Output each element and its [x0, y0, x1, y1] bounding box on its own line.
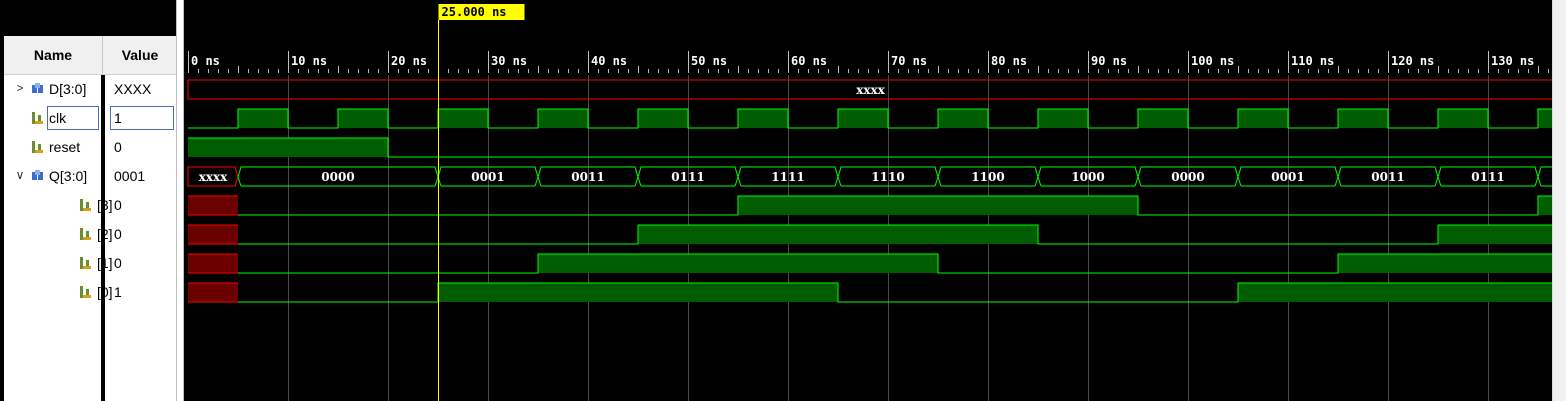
ruler-tick-label: 100 ns [1191, 54, 1234, 68]
signal-row[interactable]: [1]0 [4, 249, 176, 278]
signal-value: 0 [114, 139, 122, 155]
bus-segment-label: 0000 [321, 170, 354, 184]
bus-segment-label: 1100 [971, 170, 1004, 184]
high-level-fill [438, 109, 488, 128]
high-level-fill [1238, 283, 1552, 302]
high-level-fill [1338, 109, 1388, 128]
ruler-tick-label: 110 ns [1291, 54, 1334, 68]
signal-value: 0 [114, 255, 122, 271]
bus-segment-label: 0001 [1271, 170, 1304, 184]
collapse-chevron-icon[interactable]: ∨ [14, 168, 26, 182]
high-level-fill [538, 109, 588, 128]
high-level-fill [1438, 109, 1488, 128]
bit-icon [80, 228, 91, 240]
waveform-area[interactable]: 0 ns 10 ns 20 ns 30 ns 40 ns 50 ns 60 ns 70 ns 8… [184, 0, 1552, 401]
selection-outline [110, 106, 174, 130]
bus-segment-label: 0011 [571, 170, 604, 184]
high-level-fill [738, 109, 788, 128]
ruler-tick-label: 130 ns [1491, 54, 1534, 68]
bus-segment-label: 1110 [871, 170, 904, 184]
expand-chevron-icon[interactable]: > [14, 81, 26, 95]
high-level-fill [438, 283, 838, 302]
bit-icon [32, 141, 43, 153]
high-level-fill [188, 138, 388, 157]
high-level-fill [638, 109, 688, 128]
value-column-header[interactable]: Value [104, 36, 176, 74]
high-level-fill [1238, 109, 1288, 128]
high-level-fill [1138, 109, 1188, 128]
signal-value: XXXX [114, 81, 152, 97]
ruler-tick-label: 60 ns [791, 54, 827, 68]
signal-value: 0001 [114, 168, 146, 184]
ruler-tick-label: 40 ns [591, 54, 627, 68]
ruler-tick-label: 90 ns [1091, 54, 1127, 68]
bus-segment-label: 0111 [671, 170, 704, 184]
bus-segment-label: 0111 [1471, 170, 1504, 184]
panel-splitter[interactable] [176, 0, 184, 401]
high-level-fill [738, 196, 1138, 215]
column-header: Name Value [4, 36, 176, 75]
bus-segment-label: 1000 [1071, 170, 1104, 184]
bus-segment-label: xxxx [856, 83, 885, 97]
signal-value: 0 [114, 226, 122, 242]
signal-row[interactable]: reset 0 [4, 133, 176, 162]
signal-row[interactable]: [3]0 [4, 191, 176, 220]
signal-value: 0 [114, 197, 122, 213]
ruler-tick-label: 50 ns [691, 54, 727, 68]
names-panel-spacer [4, 0, 176, 36]
ruler-tick-label: 120 ns [1391, 54, 1434, 68]
column-divider[interactable] [101, 75, 105, 401]
signal-row[interactable]: clk 1 [4, 104, 176, 133]
high-level-fill [238, 109, 288, 128]
signal-name: D[3:0] [49, 81, 87, 97]
vertical-scrollbar[interactable] [1552, 0, 1566, 401]
high-level-fill [338, 109, 388, 128]
selection-outline [47, 106, 99, 130]
bit-icon [80, 286, 91, 298]
bus-segment [1537, 166, 1552, 187]
bus-icon [32, 83, 43, 93]
bus-icon [32, 170, 43, 180]
unknown-region [188, 254, 238, 273]
ruler-tick-label: 20 ns [391, 54, 427, 68]
signal-list: >D[3:0]XXXXclk1reset0∨Q[3:0]0001[3]0[2]0… [4, 75, 176, 401]
signal-value: 1 [114, 284, 122, 300]
bus-segment-label: 0011 [1371, 170, 1404, 184]
bus-segment-label: 0001 [471, 170, 504, 184]
high-level-fill [1438, 225, 1552, 244]
bus-segment-label: 0000 [1171, 170, 1204, 184]
bit-waveform [188, 137, 1552, 158]
high-level-fill [1538, 109, 1552, 128]
high-level-fill [538, 254, 938, 273]
signal-name: Q[3:0] [49, 168, 88, 184]
unknown-region [188, 225, 238, 244]
high-level-fill [638, 225, 1038, 244]
signal-row[interactable]: [2]0 [4, 220, 176, 249]
ruler-tick-label: 70 ns [891, 54, 927, 68]
time-cursor-label: 25.000 ns [442, 5, 507, 19]
signal-row[interactable]: ∨ Q[3:0] 0001 [4, 162, 176, 191]
high-level-fill [1538, 196, 1552, 215]
signal-row[interactable]: [0]1 [4, 278, 176, 307]
name-column-header[interactable]: Name [4, 36, 103, 74]
ruler-tick-label: 30 ns [491, 54, 527, 68]
unknown-region [188, 196, 238, 215]
high-level-fill [838, 109, 888, 128]
bus-segment-label: 1111 [771, 170, 804, 184]
high-level-fill [938, 109, 988, 128]
ruler-tick-label: 80 ns [991, 54, 1027, 68]
signal-name: reset [49, 139, 81, 155]
bit-icon [32, 112, 43, 124]
ruler-tick-label: 10 ns [291, 54, 327, 68]
bit-icon [80, 199, 91, 211]
bus-segment-label: xxxx [199, 170, 228, 184]
high-level-fill [1338, 254, 1552, 273]
ruler-tick-label: 0 ns [191, 54, 220, 68]
high-level-fill [1038, 109, 1088, 128]
signal-row[interactable]: > D[3:0] XXXX [4, 75, 176, 104]
unknown-region [188, 283, 238, 302]
bit-icon [80, 257, 91, 269]
names-panel: Name Value > D[3:0] XXXX clk 1 reset 0 ∨ Q[3:0] 0… [0, 0, 180, 401]
